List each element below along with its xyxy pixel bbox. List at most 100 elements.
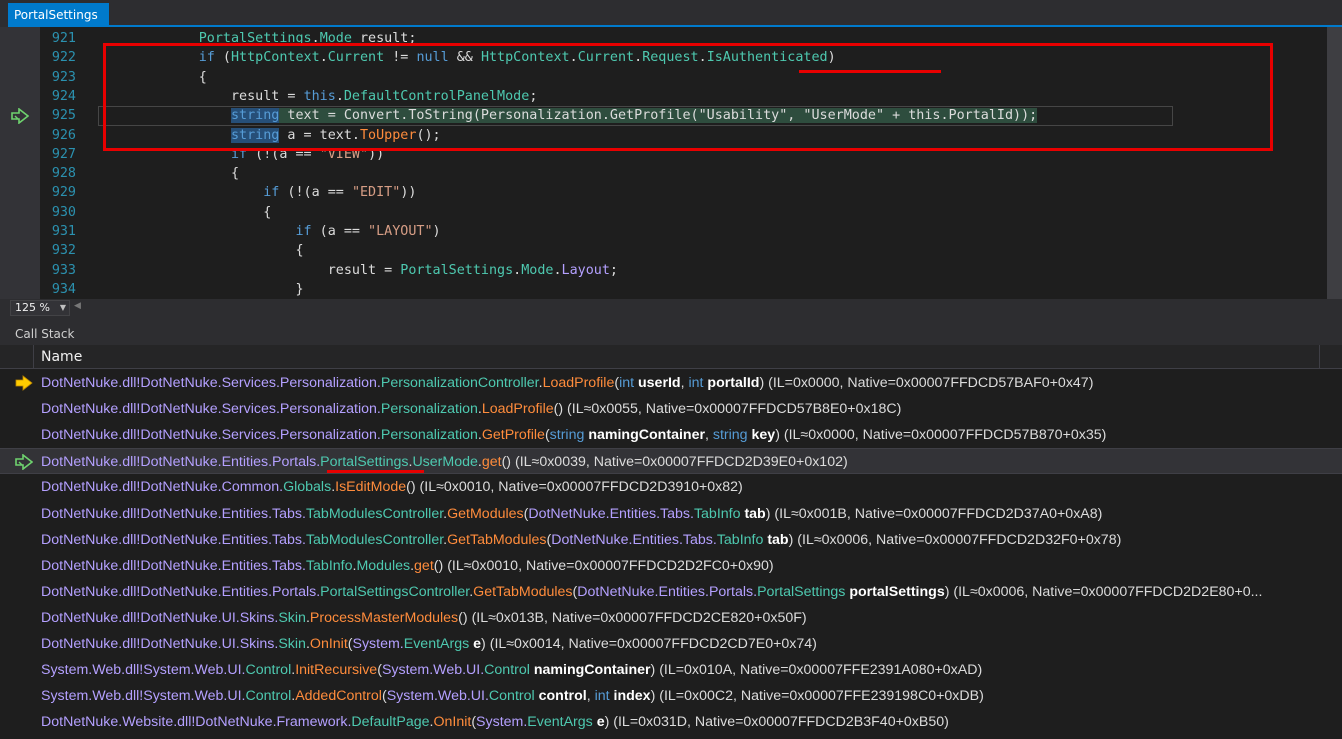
call-stack-frame-text: DotNetNuke.dll!DotNetNuke.UI.Skins.Skin.… <box>41 605 807 631</box>
code-token: Mode <box>521 262 554 278</box>
frame-token: int <box>688 375 704 391</box>
frame-token: TabInfo <box>305 557 353 574</box>
line-number: 933 <box>51 262 76 278</box>
code-token: { <box>231 166 240 182</box>
frame-token: (IL=0x00C2, Native=0x00007FFE239198C0+0x… <box>659 688 984 705</box>
code-text[interactable]: { <box>102 203 271 223</box>
frame-token: (IL≈0x0010, Native=0x00007FFDCD2D3910+0x… <box>419 479 743 496</box>
document-tab-strip <box>0 0 1342 27</box>
frame-token: System.Web.dll! <box>41 688 144 705</box>
line-number: 926 <box>51 127 76 143</box>
return-point-arrow-icon <box>15 454 33 471</box>
code-editor[interactable]: PortalSettings 921 PortalSettings.Mode r… <box>0 0 1342 299</box>
frame-token: DotNetNuke.Common. <box>140 479 284 496</box>
call-stack-frame[interactable]: System.Web.dll!System.Web.UI.Control.Add… <box>0 683 1342 709</box>
frame-token: LoadProfile <box>542 375 615 391</box>
call-stack-frame-text: DotNetNuke.dll!DotNetNuke.Entities.Porta… <box>41 449 848 473</box>
call-stack-frame[interactable]: DotNetNuke.dll!DotNetNuke.Services.Perso… <box>0 370 1342 396</box>
frame-token: , <box>586 688 595 705</box>
call-stack-frame[interactable]: DotNetNuke.dll!DotNetNuke.Services.Perso… <box>0 396 1342 422</box>
line-number: 934 <box>51 281 76 297</box>
line-number: 932 <box>51 243 76 259</box>
scroll-left-icon[interactable]: ◀ <box>74 301 81 311</box>
frame-token: DotNetNuke.dll! <box>41 636 141 652</box>
code-line[interactable]: 934 } <box>0 280 1327 297</box>
call-stack-frame[interactable]: DotNetNuke.dll!DotNetNuke.Entities.Tabs.… <box>0 553 1342 579</box>
frame-token: (IL≈0x013B, Native=0x00007FFDCD2CE820+0x… <box>471 609 807 626</box>
code-token: "LAYOUT" <box>368 224 433 239</box>
call-stack-frame[interactable]: DotNetNuke.dll!DotNetNuke.UI.Skins.Skin.… <box>0 631 1342 657</box>
frame-token: LoadProfile <box>481 401 554 418</box>
call-stack-frame[interactable]: DotNetNuke.dll!DotNetNuke.Common.Globals… <box>0 474 1342 500</box>
code-token: { <box>295 243 304 259</box>
frame-token: (IL≈0x0010, Native=0x00007FFDCD2D2FC0+0x… <box>447 557 774 574</box>
code-token: "EDIT" <box>351 185 401 201</box>
code-line[interactable]: 933 result = PortalSettings.Mode.Layout; <box>0 261 1327 281</box>
call-stack-frame[interactable]: DotNetNuke.dll!DotNetNuke.Entities.Tabs.… <box>0 527 1342 553</box>
vertical-scrollbar[interactable] <box>1327 27 1342 299</box>
code-line[interactable]: 932 { <box>0 241 1327 261</box>
code-text[interactable]: if (!(a == "EDIT")) <box>102 183 416 203</box>
return-point-arrow-icon <box>11 108 29 125</box>
zoom-dropdown[interactable]: 125 % ▼ <box>10 300 70 316</box>
frame-token: IsEditMode <box>335 479 407 496</box>
frame-token: int <box>619 375 635 391</box>
code-token: { <box>263 204 272 220</box>
frame-token: DotNetNuke.dll! <box>41 454 141 471</box>
frame-token: DotNetNuke.dll! <box>41 557 141 574</box>
frame-token: (IL≈0x001B, Native=0x00007FFDCD2D37A0+0x… <box>774 505 1103 522</box>
frame-token: DotNetNuke.dll! <box>41 479 141 496</box>
frame-token: DotNetNuke.dll! <box>41 505 141 522</box>
code-text[interactable]: result = PortalSettings.Mode.Layout; <box>102 261 618 281</box>
frame-token: () <box>458 609 472 626</box>
frame-token: (IL=0x0000, Native=0x00007FFDCD57BAF0+0x… <box>768 375 1094 391</box>
call-stack-frame[interactable]: DotNetNuke.Website.dll!DotNetNuke.Framew… <box>0 709 1342 735</box>
line-number: 922 <box>51 50 76 66</box>
code-token: )) <box>400 185 417 201</box>
frame-token: OnInit <box>433 714 472 731</box>
code-line[interactable]: 928 { <box>0 164 1327 184</box>
frame-token: DotNetNuke.dll! <box>41 401 141 418</box>
call-stack-frame[interactable]: DotNetNuke.dll!DotNetNuke.Services.Perso… <box>0 422 1342 448</box>
frame-token: Personalization <box>380 427 478 444</box>
line-number: 931 <box>51 224 76 239</box>
code-line[interactable]: 930 { <box>0 203 1327 223</box>
code-text[interactable]: if (a == "LAYOUT") <box>102 222 440 242</box>
frame-token: PortalSettingsController <box>320 583 470 600</box>
call-stack-frame[interactable]: DotNetNuke.dll!DotNetNuke.Entities.Porta… <box>0 448 1342 475</box>
code-token: (a == <box>311 224 369 239</box>
code-text[interactable]: } <box>102 280 304 297</box>
frame-token: DotNetNuke.dll! <box>41 427 141 444</box>
code-token: if <box>263 185 280 201</box>
code-text[interactable]: { <box>102 164 239 184</box>
line-number: 928 <box>51 166 76 182</box>
frame-token: ) <box>775 427 784 444</box>
code-token: ; <box>609 262 618 278</box>
frame-token: namingContainer <box>584 427 705 444</box>
call-stack-frame[interactable]: DotNetNuke.dll!DotNetNuke.Entities.Tabs.… <box>0 501 1342 527</box>
column-header-name[interactable]: Name <box>33 345 1320 369</box>
code-token: } <box>295 281 304 297</box>
frame-token: DefaultPage <box>351 714 430 731</box>
frame-token: PortalSettings <box>757 583 846 600</box>
frame-token: EventArgs <box>403 636 470 652</box>
tab-portalsettings[interactable]: PortalSettings <box>8 3 109 27</box>
frame-token: (IL≈0x0055, Native=0x00007FFDCD57B8E0+0x… <box>567 401 902 418</box>
call-stack-frame[interactable]: DotNetNuke.dll!DotNetNuke.Entities.Porta… <box>0 579 1342 605</box>
frame-token: () <box>553 401 568 418</box>
call-stack-frame[interactable]: System.Web.dll!System.Web.UI.Control.Ini… <box>0 657 1342 683</box>
code-line[interactable]: 931 if (a == "LAYOUT") <box>0 222 1327 242</box>
call-stack-frame-text: DotNetNuke.dll!DotNetNuke.UI.Skins.Skin.… <box>41 631 817 657</box>
frame-token: GetTabModules <box>473 583 573 600</box>
frame-token: ) <box>759 375 769 391</box>
code-line[interactable]: 929 if (!(a == "EDIT")) <box>0 183 1327 203</box>
frame-token: Globals <box>283 479 332 496</box>
frame-token: DotNetNuke.Services.Personalization. <box>140 401 381 418</box>
frame-token: Control <box>488 688 535 705</box>
frame-token: System.Web.UI. <box>143 688 246 705</box>
frame-token: DotNetNuke.Entities.Tabs. <box>140 505 306 522</box>
code-text[interactable]: { <box>102 241 304 261</box>
call-stack-frame[interactable]: DotNetNuke.dll!DotNetNuke.UI.Skins.Skin.… <box>0 605 1342 631</box>
